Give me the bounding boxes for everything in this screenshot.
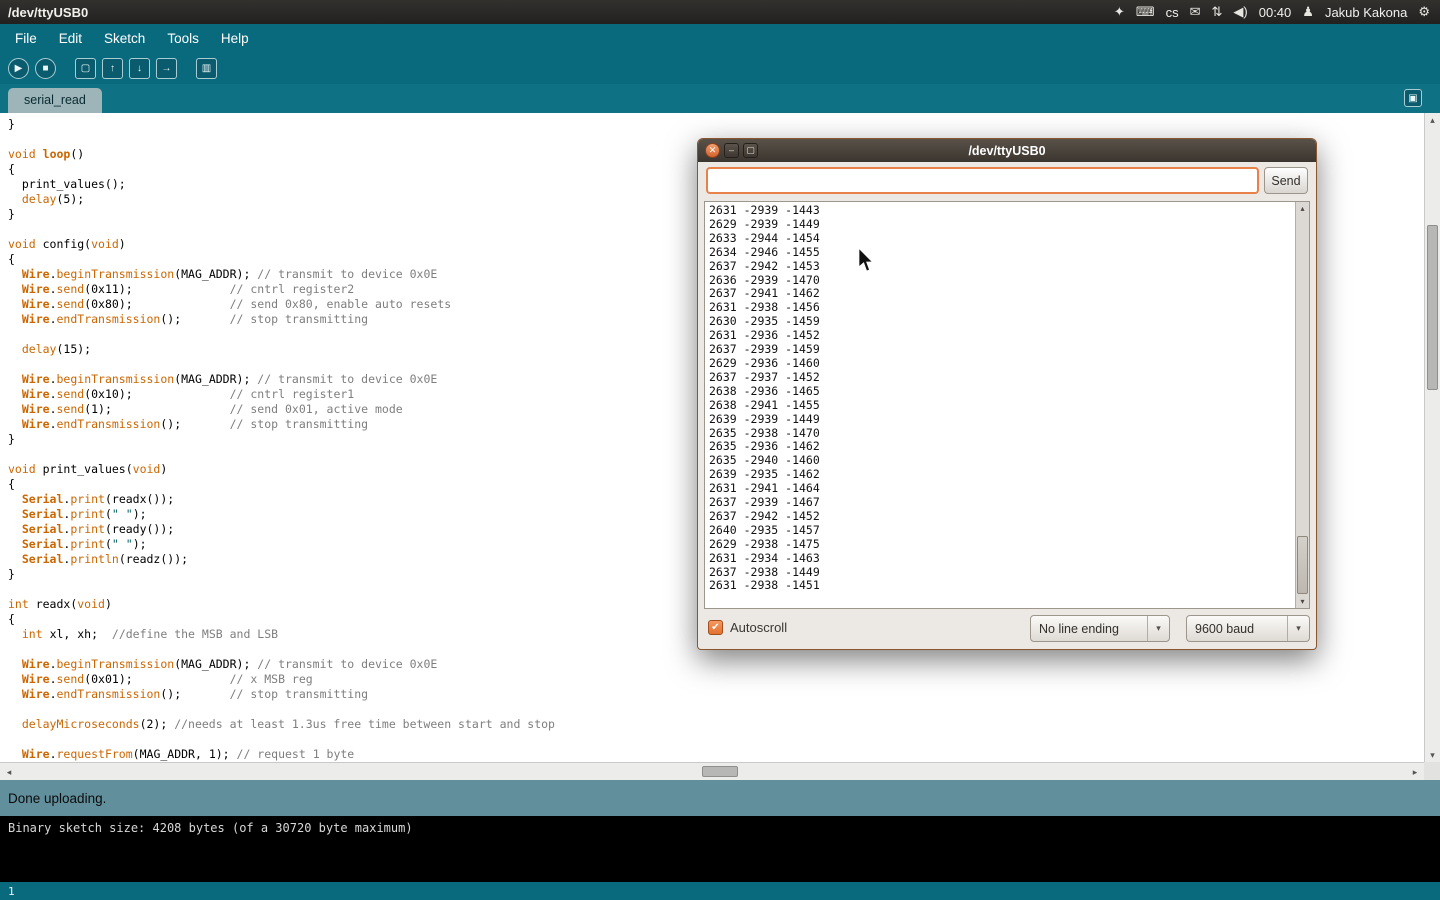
user-icon[interactable]: ♟	[1302, 4, 1314, 20]
clock-label[interactable]: 00:40	[1259, 5, 1292, 20]
mail-icon[interactable]: ✉	[1190, 4, 1201, 20]
serial-send-input[interactable]	[706, 167, 1259, 194]
maximize-icon[interactable]: ▢	[743, 143, 758, 158]
menu-edit[interactable]: Edit	[48, 27, 93, 50]
serial-scroll-thumb[interactable]	[1297, 536, 1308, 594]
gear-icon[interactable]: ⚙	[1418, 4, 1430, 20]
user-label[interactable]: Jakub Kakona	[1325, 5, 1407, 20]
console-output: Binary sketch size: 4208 bytes (of a 307…	[0, 816, 1440, 882]
line-number-indicator: 1	[8, 885, 15, 898]
serial-monitor-titlebar[interactable]: /dev/ttyUSB0 ✕ – ▢	[698, 139, 1316, 162]
serial-monitor-window: /dev/ttyUSB0 ✕ – ▢ Send 2631 -2939 -1443…	[697, 138, 1317, 650]
serial-monitor-title: /dev/ttyUSB0	[698, 144, 1316, 158]
tab-serial-read[interactable]: serial_read	[8, 88, 102, 113]
autoscroll-label: Autoscroll	[730, 620, 787, 635]
system-tray: ✦ ⌨ cs ✉ ⇅ ◀) 00:40 ♟ Jakub Kakona ⚙	[1114, 4, 1440, 20]
serial-output-area[interactable]: 2631 -2939 -1443 2629 -2939 -1449 2633 -…	[704, 201, 1310, 609]
code-line	[8, 702, 1424, 717]
baud-rate-select[interactable]: 9600 baud ▾	[1186, 615, 1310, 642]
scrollbar-corner	[1424, 762, 1440, 780]
minimize-icon[interactable]: –	[724, 143, 739, 158]
close-icon[interactable]: ✕	[705, 143, 720, 158]
serial-scroll-up-icon[interactable]: ▴	[1296, 202, 1309, 215]
scroll-left-icon[interactable]: ◂	[2, 765, 16, 779]
scroll-down-icon[interactable]: ▾	[1425, 748, 1440, 762]
serial-output-text: 2631 -2939 -1443 2629 -2939 -1449 2633 -…	[705, 202, 1295, 608]
menu-bar: FileEditSketchToolsHelp	[0, 24, 1440, 52]
console-text: Binary sketch size: 4208 bytes (of a 307…	[8, 821, 413, 835]
scroll-right-icon[interactable]: ▸	[1408, 765, 1422, 779]
scroll-up-icon[interactable]: ▴	[1425, 113, 1440, 127]
line-ending-select[interactable]: No line ending ▾	[1030, 615, 1170, 642]
code-line: Wire.send(0x01); // x MSB reg	[8, 672, 1424, 687]
editor-vertical-scrollbar[interactable]: ▴ ▾	[1424, 113, 1440, 762]
network-icon[interactable]: ⇅	[1212, 4, 1223, 20]
status-message: Done uploading.	[8, 791, 106, 806]
code-line	[8, 732, 1424, 747]
status-bar: Done uploading.	[0, 780, 1440, 816]
serial-monitor-controls: ✔ Autoscroll No line ending ▾ 9600 baud …	[698, 607, 1316, 649]
menu-tools[interactable]: Tools	[156, 27, 210, 50]
send-button[interactable]: Send	[1264, 167, 1308, 194]
desktop-panel: /dev/ttyUSB0 ✦ ⌨ cs ✉ ⇅ ◀) 00:40 ♟ Jakub Kakona ⚙	[0, 0, 1440, 24]
verify-button[interactable]: ▶	[8, 58, 29, 79]
chevron-down-icon[interactable]: ▾	[1287, 616, 1309, 641]
tab-menu-button[interactable]: ▣	[1404, 89, 1422, 107]
code-line: Wire.endTransmission(); // stop transmit…	[8, 687, 1424, 702]
menu-sketch[interactable]: Sketch	[93, 27, 156, 50]
open-sketch-button[interactable]: ↑	[102, 58, 123, 79]
upload-button[interactable]: →	[156, 58, 177, 79]
keyboard-icon[interactable]: ⌨	[1136, 4, 1155, 20]
baud-rate-value: 9600 baud	[1187, 622, 1287, 636]
menu-help[interactable]: Help	[210, 27, 260, 50]
serial-input-row: Send	[698, 162, 1316, 200]
vertical-scroll-thumb[interactable]	[1427, 225, 1438, 390]
new-sketch-button[interactable]: ▢	[75, 58, 96, 79]
code-line: delayMicroseconds(2); //needs at least 1…	[8, 717, 1424, 732]
code-line: Wire.beginTransmission(MAG_ADDR); // tra…	[8, 657, 1424, 672]
serial-monitor-button[interactable]: ▥	[196, 58, 217, 79]
autoscroll-checkbox[interactable]: ✔	[708, 620, 723, 635]
tab-menu-icon: ▣	[1408, 93, 1417, 104]
volume-icon[interactable]: ◀)	[1233, 4, 1247, 20]
indicator-icon[interactable]: ✦	[1114, 4, 1125, 20]
line-ending-value: No line ending	[1031, 622, 1147, 636]
editor-horizontal-scrollbar[interactable]: ◂ ▸	[0, 762, 1424, 780]
code-line: Wire.requestFrom(MAG_ADDR, 1); // reques…	[8, 747, 1424, 762]
save-sketch-button[interactable]: ↓	[129, 58, 150, 79]
check-icon: ✔	[711, 622, 719, 633]
keyboard-layout-label[interactable]: cs	[1166, 5, 1179, 20]
horizontal-scroll-thumb[interactable]	[702, 766, 738, 777]
code-line: }	[8, 117, 1424, 132]
chevron-down-icon[interactable]: ▾	[1147, 616, 1169, 641]
stop-button[interactable]: ■	[35, 58, 56, 79]
tab-bar: serial_read ▣	[0, 84, 1440, 113]
line-number-strip: 1	[0, 882, 1440, 900]
panel-window-title: /dev/ttyUSB0	[0, 5, 88, 20]
toolbar: ▶ ■ ▢ ↑ ↓ → ▥	[0, 52, 1440, 84]
mouse-cursor	[858, 248, 876, 279]
serial-scrollbar[interactable]: ▴ ▾	[1295, 202, 1309, 608]
menu-file[interactable]: File	[4, 27, 48, 50]
